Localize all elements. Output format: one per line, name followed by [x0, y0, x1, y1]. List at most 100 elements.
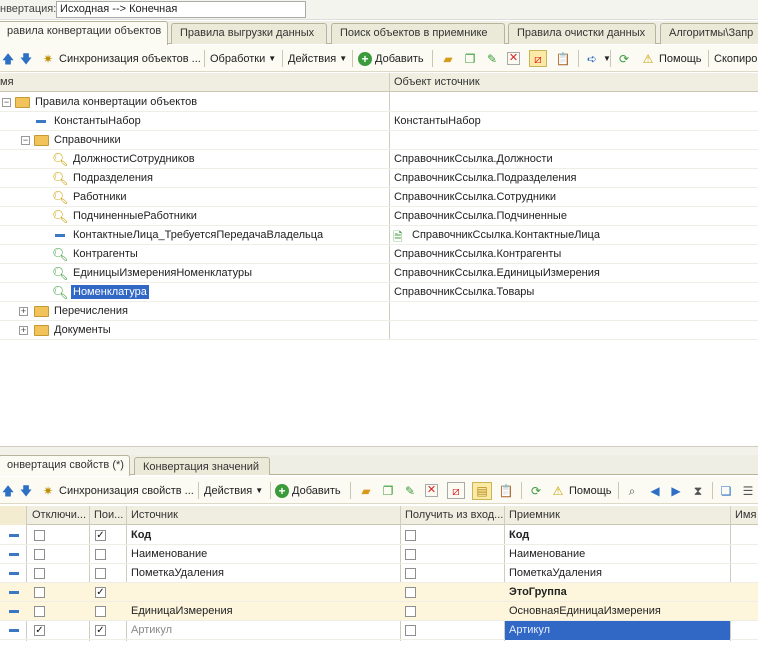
- tree-row[interactable]: 🔍︎ Работники СправочникСсылка.Сотрудники: [0, 188, 758, 207]
- collapse-toggle[interactable]: −: [2, 98, 11, 107]
- copy-item-button[interactable]: ❐: [380, 481, 399, 500]
- table-row[interactable]: Наименование Наименование: [0, 545, 758, 564]
- table-row-selected[interactable]: ✓ ✓ Артикул Артикул: [0, 621, 758, 640]
- tree-row[interactable]: − Правила конвертации объектов: [0, 93, 758, 112]
- actions-menu[interactable]: Действия ▼: [204, 481, 263, 500]
- move-up-button[interactable]: 🡅: [0, 481, 19, 500]
- tab-property-conversion[interactable]: онвертация свойств (*): [0, 455, 130, 476]
- tree-row[interactable]: + Документы: [0, 321, 758, 340]
- tree-row[interactable]: КонстантыНабор КонстантыНабор: [0, 112, 758, 131]
- get-checkbox[interactable]: [405, 568, 416, 579]
- help-button[interactable]: ⚠ Помощь: [640, 49, 702, 68]
- table-row[interactable]: ЕдиницаИзмерения ОсновнаяЕдиницаИзмерени…: [0, 602, 758, 621]
- tree-row[interactable]: 🔍︎ Подразделения СправочникСсылка.Подраз…: [0, 169, 758, 188]
- next-button[interactable]: ▶: [668, 481, 687, 500]
- main-tabs: равила конвертации объектов Правила выгр…: [0, 21, 758, 45]
- move-down-button[interactable]: 🡇: [18, 481, 37, 500]
- add-label: Добавить: [375, 52, 424, 65]
- tree-row[interactable]: 🔍︎ Контрагенты СправочникСсылка.Контраге…: [0, 245, 758, 264]
- col-source-header[interactable]: Объект источник: [394, 76, 480, 88]
- expand-toggle[interactable]: +: [19, 307, 28, 316]
- prev-button[interactable]: ◀: [647, 481, 666, 500]
- mark-delete-button[interactable]: ⧄: [529, 49, 550, 68]
- sync-properties-button[interactable]: ✷ Синхронизация свойств ...: [40, 481, 194, 500]
- disabled-checkbox[interactable]: [34, 568, 45, 579]
- tree-row[interactable]: − Справочники: [0, 131, 758, 150]
- tab-conversion-rules[interactable]: равила конвертации объектов: [0, 21, 168, 45]
- get-checkbox[interactable]: [405, 530, 416, 541]
- add-folder-button[interactable]: ▰: [358, 481, 377, 500]
- col-name-header[interactable]: мя: [0, 76, 14, 88]
- tree-row[interactable]: 🔍︎ ПодчиненныеРаботники СправочникСсылка…: [0, 207, 758, 226]
- list-button[interactable]: ☰: [740, 481, 758, 500]
- disabled-checkbox[interactable]: [34, 606, 45, 617]
- group-button[interactable]: ▤: [472, 481, 495, 500]
- tree-row-selected[interactable]: 🔍︎ Номенклатура СправочникСсылка.Товары: [0, 283, 758, 302]
- add-folder-button[interactable]: ▰: [440, 49, 459, 68]
- get-checkbox[interactable]: [405, 587, 416, 598]
- delete-button[interactable]: ✕: [425, 481, 441, 500]
- tree-row[interactable]: 🔍︎ ДолжностиСотрудников СправочникСсылка…: [0, 150, 758, 169]
- move-up-button[interactable]: 🡅: [0, 49, 19, 68]
- disabled-checkbox[interactable]: ✓: [34, 625, 45, 636]
- filter-button[interactable]: ⧗: [690, 481, 709, 500]
- table-row[interactable]: ПометкаУдаления ПометкаУдаления: [0, 564, 758, 583]
- edit-button[interactable]: ✎: [402, 481, 421, 500]
- tree-row-source: СправочникСсылка.Подчиненные: [394, 210, 567, 222]
- copy-item-button[interactable]: ❐: [462, 49, 481, 68]
- tab-export-rules[interactable]: Правила выгрузки данных: [171, 23, 327, 44]
- tab-cleanup-rules[interactable]: Правила очистки данных: [508, 23, 656, 44]
- tree-row[interactable]: 🔍︎ ЕдиницыИзмеренияНоменклатуры Справочн…: [0, 264, 758, 283]
- clipboard-button[interactable]: 📋: [555, 49, 574, 68]
- col-name-header[interactable]: Имя: [735, 509, 756, 521]
- refresh-button[interactable]: ⟳: [616, 49, 635, 68]
- search-checkbox[interactable]: [95, 606, 106, 617]
- disabled-checkbox[interactable]: [34, 549, 45, 560]
- help-button[interactable]: ⚠ Помощь: [550, 481, 612, 500]
- expand-toggle[interactable]: +: [19, 326, 28, 335]
- move-down-button[interactable]: 🡇: [18, 49, 37, 68]
- clipboard-button[interactable]: 📋: [498, 481, 517, 500]
- property-icon: [9, 629, 19, 632]
- constant-icon: [36, 120, 46, 123]
- delete-button[interactable]: ✕: [507, 49, 523, 68]
- edit-button[interactable]: ✎: [484, 49, 503, 68]
- tab-search-receiver[interactable]: Поиск объектов в приемнике: [331, 23, 505, 44]
- actions-menu[interactable]: Действия ▼: [288, 49, 347, 68]
- disabled-checkbox[interactable]: [34, 587, 45, 598]
- col-disabled-header[interactable]: Отключи...: [32, 509, 86, 521]
- search-checkbox[interactable]: ✓: [95, 625, 106, 636]
- tree-row[interactable]: + Перечисления: [0, 302, 758, 321]
- table-row[interactable]: ✓ Код Код: [0, 526, 758, 545]
- get-checkbox[interactable]: [405, 625, 416, 636]
- tab-value-conversion[interactable]: Конвертация значений: [134, 457, 270, 475]
- search-checkbox[interactable]: [95, 568, 106, 579]
- tree-row-source: КонстантыНабор: [394, 115, 481, 127]
- tree-row[interactable]: КонтактныеЛица_ТребуетсяПередачаВладельц…: [0, 226, 758, 245]
- search-checkbox[interactable]: ✓: [95, 587, 106, 598]
- collapse-toggle[interactable]: −: [21, 136, 30, 145]
- find-button[interactable]: ⌕: [624, 481, 643, 500]
- col-receiver-header[interactable]: Приемник: [509, 509, 560, 521]
- col-search-header[interactable]: Пои...: [94, 509, 123, 521]
- receiver-cell: Артикул: [509, 624, 551, 636]
- go-button[interactable]: ➪ ▼: [584, 49, 611, 68]
- get-checkbox[interactable]: [405, 606, 416, 617]
- search-checkbox[interactable]: [95, 549, 106, 560]
- search-checkbox[interactable]: ✓: [95, 530, 106, 541]
- refresh-button[interactable]: ⟳: [528, 481, 547, 500]
- copy-button[interactable]: Скопиро: [714, 49, 757, 68]
- add-button[interactable]: + Добавить: [275, 481, 341, 500]
- sync-objects-button[interactable]: ✷ Синхронизация объектов ...: [40, 49, 201, 68]
- col-source-header[interactable]: Источник: [131, 509, 178, 521]
- multi-window-button[interactable]: ❏: [718, 481, 737, 500]
- tab-algorithms[interactable]: Алгоритмы\Запр: [660, 23, 758, 44]
- table-row[interactable]: ✓ ЭтоГруппа: [0, 583, 758, 602]
- add-button[interactable]: + Добавить: [358, 49, 424, 68]
- processing-menu[interactable]: Обработки ▼: [210, 49, 276, 68]
- disabled-checkbox[interactable]: [34, 530, 45, 541]
- mark-delete-button[interactable]: ⧄: [447, 481, 468, 500]
- get-checkbox[interactable]: [405, 549, 416, 560]
- col-get-header[interactable]: Получить из вход...: [405, 509, 503, 521]
- conversion-field[interactable]: Исходная --> Конечная: [56, 1, 306, 18]
